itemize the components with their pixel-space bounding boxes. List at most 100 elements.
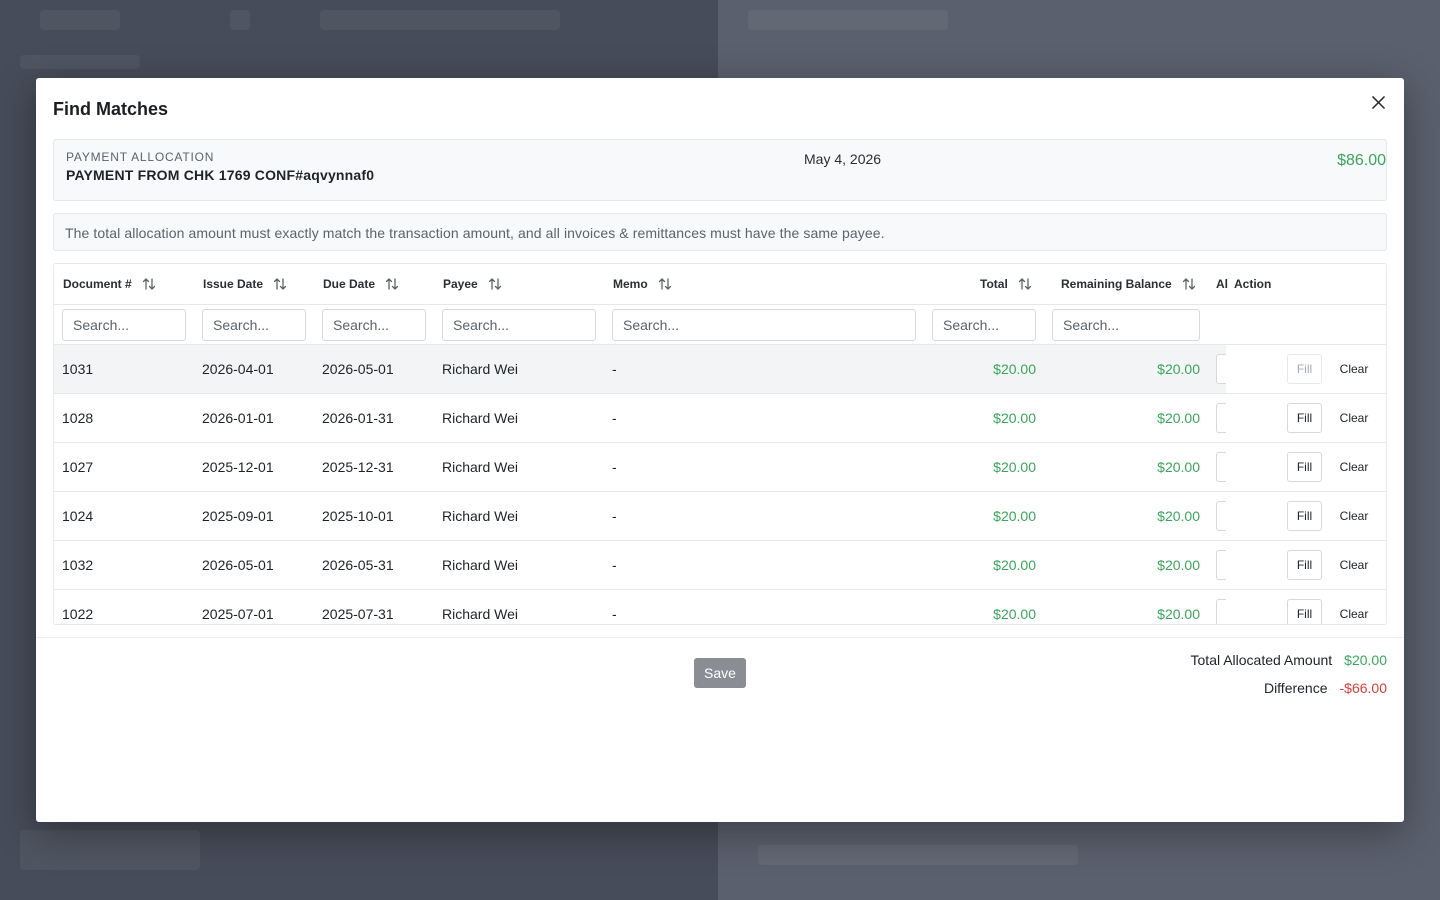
due-date-cell: 2026-01-31: [322, 410, 394, 426]
sort-icon: [488, 278, 501, 290]
document-number-cell: 1027: [62, 459, 94, 475]
background-placeholder: [230, 10, 250, 30]
remaining-balance-cell: $20.00: [1157, 557, 1200, 573]
table-row: 1024 2025-09-01 2025-10-01 Richard Wei -…: [54, 492, 1386, 541]
payee-cell: Richard Wei: [442, 361, 518, 377]
column-header-remaining-balance[interactable]: Remaining Balance: [1061, 264, 1196, 304]
total-cell: $20.00: [993, 361, 1036, 377]
column-header-due-date[interactable]: Due Date: [323, 264, 399, 304]
issue-date-cell: 2026-01-01: [202, 410, 274, 426]
memo-search-input[interactable]: [612, 308, 916, 341]
due-date-cell: 2025-10-01: [322, 508, 394, 524]
document-number-cell: 1032: [62, 557, 94, 573]
total-cell: $20.00: [993, 410, 1036, 426]
due-date-cell: 2025-07-31: [322, 606, 394, 622]
column-header-label: Al: [1216, 277, 1228, 291]
total-cell: $20.00: [993, 557, 1036, 573]
column-header-label: Payee: [443, 277, 478, 291]
column-header-action: Action: [1234, 264, 1271, 304]
total-allocated-summary: Total Allocated Amount $20.00: [1191, 652, 1387, 668]
footer-divider: [36, 637, 1404, 638]
fill-button[interactable]: Fill: [1287, 452, 1322, 482]
document-number-cell: 1024: [62, 508, 94, 524]
memo-cell: -: [612, 508, 617, 524]
payee-cell: Richard Wei: [442, 508, 518, 524]
due-date-cell: 2025-12-31: [322, 459, 394, 475]
memo-cell: -: [612, 557, 617, 573]
column-header-payee[interactable]: Payee: [443, 264, 502, 304]
total-cell: $20.00: [993, 606, 1036, 622]
column-header-label: Total: [980, 277, 1008, 291]
document-search-input[interactable]: [62, 308, 186, 341]
fill-button[interactable]: Fill: [1287, 501, 1322, 531]
total-search-input[interactable]: [932, 308, 1036, 341]
column-header-total[interactable]: Total: [980, 264, 1032, 304]
issue-date-cell: 2025-09-01: [202, 508, 274, 524]
fill-button[interactable]: Fill: [1287, 354, 1322, 384]
table-filter-row: [54, 305, 1386, 345]
memo-cell: -: [612, 361, 617, 377]
issue-date-search-input[interactable]: [202, 308, 306, 341]
find-matches-modal: Find Matches PAYMENT ALLOCATION PAYMENT …: [36, 78, 1404, 822]
remaining-balance-cell: $20.00: [1157, 410, 1200, 426]
allocation-description: PAYMENT FROM CHK 1769 CONF#aqvynnaf0: [66, 167, 375, 183]
document-number-cell: 1022: [62, 606, 94, 622]
matches-table: Document # Issue Date Due Date Payee Mem…: [53, 263, 1387, 625]
sort-icon: [385, 278, 399, 290]
clear-button[interactable]: Clear: [1330, 550, 1378, 580]
column-header-document[interactable]: Document #: [63, 264, 156, 304]
clear-button[interactable]: Clear: [1330, 599, 1378, 624]
sort-icon: [142, 278, 155, 290]
payee-cell: Richard Wei: [442, 410, 518, 426]
difference-summary: Difference -$66.00: [1264, 680, 1387, 696]
sort-icon: [273, 278, 287, 290]
remaining-balance-search-input[interactable]: [1052, 308, 1200, 341]
table-row: 1027 2025-12-01 2025-12-31 Richard Wei -…: [54, 443, 1386, 492]
table-header-row: Document # Issue Date Due Date Payee Mem…: [54, 264, 1386, 305]
difference-value: -$66.00: [1339, 680, 1387, 696]
fill-button[interactable]: Fill: [1287, 599, 1322, 624]
background-placeholder: [758, 845, 1078, 865]
modal-title: Find Matches: [53, 99, 169, 119]
clear-button[interactable]: Clear: [1330, 452, 1378, 482]
column-header-label: Remaining Balance: [1061, 277, 1172, 291]
clear-button[interactable]: Clear: [1330, 501, 1378, 531]
remaining-balance-cell: $20.00: [1157, 606, 1200, 622]
allocation-label: PAYMENT ALLOCATION: [66, 150, 215, 164]
due-date-search-input[interactable]: [322, 308, 426, 341]
clear-button[interactable]: Clear: [1330, 403, 1378, 433]
payee-cell: Richard Wei: [442, 459, 518, 475]
background-placeholder: [748, 10, 948, 30]
payee-cell: Richard Wei: [442, 557, 518, 573]
total-allocated-value: $20.00: [1344, 652, 1387, 668]
remaining-balance-cell: $20.00: [1157, 508, 1200, 524]
issue-date-cell: 2026-05-01: [202, 557, 274, 573]
table-row: 1022 2025-07-01 2025-07-31 Richard Wei -…: [54, 590, 1386, 624]
payee-search-input[interactable]: [442, 308, 596, 341]
remaining-balance-cell: $20.00: [1157, 459, 1200, 475]
sort-icon: [1018, 278, 1031, 290]
clear-button[interactable]: Clear: [1330, 354, 1378, 384]
column-header-issue-date[interactable]: Issue Date: [203, 264, 287, 304]
document-number-cell: 1028: [62, 410, 94, 426]
allocation-notice: The total allocation amount must exactly…: [53, 213, 1387, 251]
payee-cell: Richard Wei: [442, 606, 518, 622]
column-header-allocated[interactable]: Al: [1216, 264, 1228, 304]
background-placeholder: [20, 830, 200, 870]
close-button[interactable]: [1368, 92, 1388, 112]
memo-cell: -: [612, 459, 617, 475]
close-icon: [1371, 95, 1385, 109]
memo-cell: -: [612, 410, 617, 426]
issue-date-cell: 2025-12-01: [202, 459, 274, 475]
total-cell: $20.00: [993, 459, 1036, 475]
fill-button[interactable]: Fill: [1287, 403, 1322, 433]
table-row: 1031 2026-04-01 2026-05-01 Richard Wei -…: [54, 345, 1386, 394]
total-cell: $20.00: [993, 508, 1036, 524]
fill-button[interactable]: Fill: [1287, 550, 1322, 580]
payment-allocation-card: PAYMENT ALLOCATION PAYMENT FROM CHK 1769…: [53, 139, 1387, 201]
background-placeholder: [20, 55, 140, 69]
column-header-memo[interactable]: Memo: [613, 264, 672, 304]
table-row: 1032 2026-05-01 2026-05-31 Richard Wei -…: [54, 541, 1386, 590]
save-button[interactable]: Save: [694, 658, 746, 688]
column-header-label: Memo: [613, 277, 648, 291]
